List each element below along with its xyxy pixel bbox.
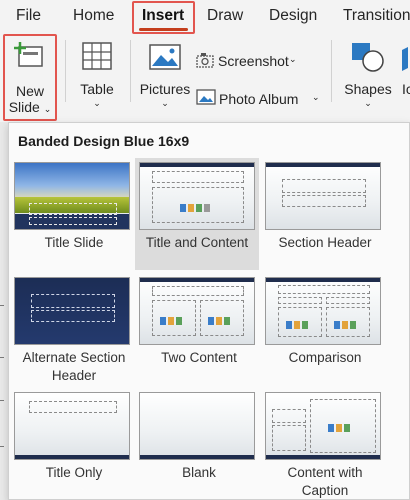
layout-thumbnail [14,162,130,230]
bottom-band [266,455,380,459]
left-heading-placeholder [278,297,322,304]
layout-thumbnail [139,277,255,345]
layout-caption-line2: Caption [301,483,349,498]
tab-home[interactable]: Home [73,0,114,34]
bottom-band [15,455,129,459]
shapes-button[interactable]: Shapes ⌄ [338,38,398,118]
title-placeholder [152,286,244,296]
tab-transitions[interactable]: Transitions [343,0,410,34]
layout-thumbnail [265,162,381,230]
picture-icon [149,44,181,70]
new-slide-label-2-row: Slide ⌄ [4,98,56,118]
chevron-down-icon: ⌄ [43,104,52,114]
photo-album-label: Photo Album [219,91,299,107]
icons-label: Ic [402,81,410,97]
table-icon [82,42,112,70]
photo-album-icon [196,89,216,105]
layout-title-only[interactable]: Title Only [10,388,130,498]
layout-caption: Two Content [161,350,237,365]
pictures-button[interactable]: Pictures ⌄ [136,38,194,118]
layout-caption-line1: Content with [287,465,363,480]
layout-caption-line2: Header [51,368,97,383]
layout-thumbnail [14,392,130,460]
top-band [266,163,380,167]
slide-pane-edge [0,357,4,358]
layout-two-content[interactable]: Two Content [135,273,255,383]
title-placeholder [152,171,244,183]
title-placeholder [31,294,115,308]
shapes-icon [352,43,384,72]
layout-caption: Alternate Section Header [10,349,138,385]
layout-caption-line1: Alternate Section [22,350,126,365]
content-icons [180,199,212,212]
text-placeholder [282,195,366,207]
title-placeholder [278,285,370,294]
new-slide-button[interactable]: New Slide ⌄ [4,34,56,120]
ribbon-separator [130,40,131,102]
screenshot-label: Screenshot [218,53,289,69]
layout-thumbnail [265,277,381,345]
ribbon-separator [65,40,66,102]
layout-alternate-section-header[interactable]: Alternate Section Header [10,273,130,383]
layout-caption: Comparison [288,350,362,365]
layout-thumbnail [139,162,255,230]
new-slide-label-2: Slide [8,99,40,115]
new-slide-icon [14,42,43,67]
content-icons [160,312,192,325]
bottom-band [140,455,254,459]
layout-caption: Title Slide [44,235,104,250]
chevron-down-icon: ⌄ [289,54,297,64]
camera-icon [196,53,214,68]
layout-title-slide[interactable]: Title Slide [10,158,130,268]
content-icons [334,316,366,329]
title-placeholder [29,401,117,413]
title-placeholder [282,179,366,193]
layout-caption: Title Only [45,465,103,480]
subtitle-placeholder [29,217,117,225]
caption-placeholder [272,425,306,451]
slide-pane-edge [0,305,4,306]
tab-draw[interactable]: Draw [207,0,243,34]
content-icons [208,312,240,325]
content-icons [286,316,318,329]
photo-album-button[interactable]: Photo Album ⌄ [196,88,324,110]
layout-thumbnail [265,392,381,460]
chevron-down-icon: ⌄ [364,98,372,108]
layout-comparison[interactable]: Comparison [261,273,381,383]
layout-section-header[interactable]: Section Header [261,158,381,268]
layout-blank[interactable]: Blank [135,388,255,498]
chevron-down-icon: ⌄ [93,98,101,108]
layout-caption: Blank [182,465,216,480]
top-band [140,278,254,282]
slide-pane-edge [0,400,4,401]
title-placeholder [29,203,117,215]
icons-button[interactable]: Ic [400,38,410,118]
active-tab-indicator [139,28,188,31]
content-icons [328,419,360,432]
layout-caption: Section Header [278,235,372,250]
layout-thumbnail [14,277,130,345]
ribbon-separator [331,40,332,102]
chevron-down-icon: ⌄ [312,92,320,102]
table-button[interactable]: Table ⌄ [72,38,122,118]
text-placeholder [31,310,115,322]
right-heading-placeholder [326,297,370,304]
layout-thumbnail [139,392,255,460]
top-band [266,278,380,282]
layout-caption: Title and Content [145,235,249,250]
chevron-down-icon: ⌄ [161,98,169,108]
theme-title: Banded Design Blue 16x9 [18,133,190,149]
top-band [140,163,254,167]
screenshot-button[interactable]: Screenshot ⌄ [196,50,306,72]
layout-title-and-content[interactable]: Title and Content [135,158,259,270]
slide-pane-edge [0,446,4,447]
layout-caption: Content with Caption [261,464,389,500]
title-placeholder [272,409,306,423]
tab-design[interactable]: Design [269,0,317,34]
icons-icon [402,47,408,71]
tab-file[interactable]: File [16,0,41,34]
layout-content-with-caption[interactable]: Content with Caption [261,388,381,498]
ribbon-tab-bar: File Home Insert Draw Design Transitions [0,0,410,34]
